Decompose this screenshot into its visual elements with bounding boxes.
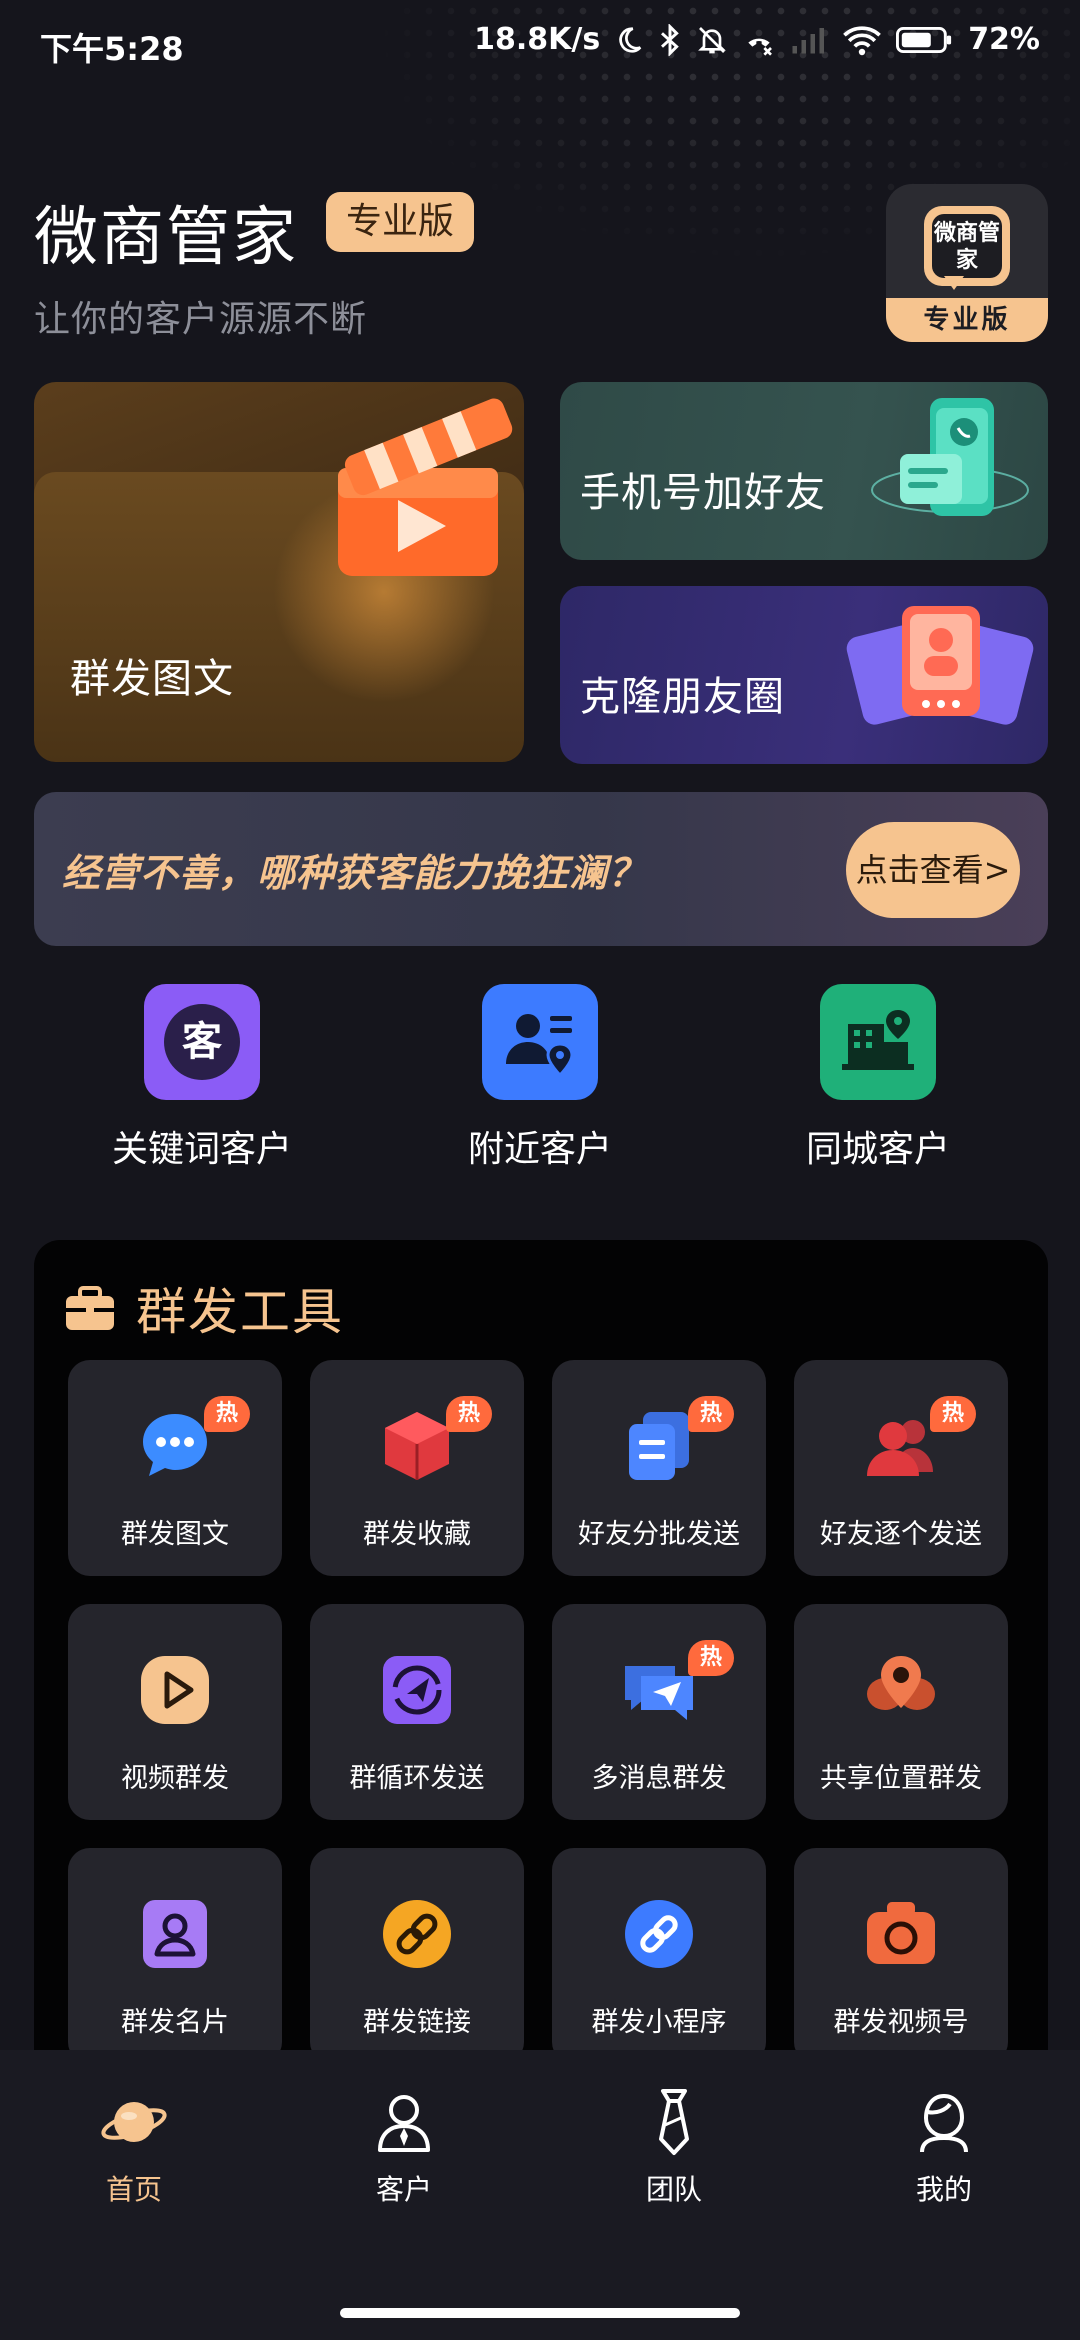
profile-icon: [854, 2084, 1034, 2160]
tool-label: 视频群发: [121, 1763, 229, 1794]
nearby-customer-entry[interactable]: 附近客户: [390, 984, 690, 1172]
profile-cards-icon: [846, 606, 1034, 725]
hot-badge: 热: [446, 1396, 492, 1432]
status-time: 下午5:28: [40, 30, 184, 68]
tool-label: 群发小程序: [591, 2007, 727, 2038]
battery-level: 72%: [968, 22, 1040, 57]
tie-icon: [584, 2084, 764, 2160]
logo-text: 微商管家: [932, 214, 1002, 278]
tool-shared-location-send[interactable]: 共享位置群发: [794, 1604, 1008, 1820]
tools-header: 群发工具: [64, 1272, 344, 1344]
tool-label: 群发图文: [121, 1519, 229, 1550]
banner-text: 经营不善，哪种获客能力挽狂澜？: [62, 851, 648, 895]
nearby-customer-icon: [482, 984, 598, 1100]
nav-customer[interactable]: 客户: [314, 2084, 494, 2208]
app-logo[interactable]: 微商管家 专业版: [886, 184, 1048, 342]
tool-mass-video-account[interactable]: 群发视频号: [794, 1848, 1008, 2064]
same-city-customer-icon: [820, 984, 936, 1100]
nav-profile[interactable]: 我的: [854, 2084, 1034, 2208]
phone-add-friend-label: 手机号加好友: [580, 470, 826, 516]
keyword-customer-label: 关键词客户: [111, 1129, 292, 1170]
mass-post-card[interactable]: 群发图文: [34, 382, 524, 762]
tool-label: 好友分批发送: [578, 1519, 740, 1550]
app-subtitle: 让你的客户源源不断: [34, 299, 368, 340]
location-share-icon: [859, 1648, 943, 1732]
camera-icon: [859, 1892, 943, 1976]
nav-customer-label: 客户: [375, 2173, 432, 2206]
bluetooth-icon: [661, 23, 679, 56]
app-title: 微商管家: [34, 201, 298, 275]
link-icon: [375, 1892, 459, 1976]
keyword-customer-entry[interactable]: 客 关键词客户: [52, 984, 352, 1172]
keyword-customer-icon: 客: [144, 984, 260, 1100]
briefcase-icon: [66, 1286, 114, 1330]
tool-label: 群发视频号: [833, 2007, 969, 2038]
phone-chat-icon: [871, 398, 1029, 516]
promo-banner[interactable]: 经营不善，哪种获客能力挽狂澜？ 点击查看>: [34, 792, 1048, 946]
nav-profile-label: 我的: [915, 2173, 972, 2206]
nav-team-label: 团队: [645, 2173, 702, 2206]
nav-team[interactable]: 团队: [584, 2084, 764, 2208]
battery-icon: [896, 26, 952, 53]
customer-icon: [314, 2084, 494, 2160]
tool-label: 好友逐个发送: [820, 1519, 982, 1550]
same-city-customer-entry[interactable]: 同城客户: [728, 984, 1028, 1172]
tools-title: 群发工具: [136, 1283, 344, 1341]
moon-icon: [619, 26, 642, 53]
status-bar: 下午5:28 18.8K/s 72%: [0, 0, 1080, 92]
tool-label: 群发名片: [121, 2007, 229, 2038]
clapperboard-icon: [338, 398, 513, 576]
tool-label: 共享位置群发: [820, 1763, 982, 1794]
tool-group-loop-send[interactable]: 群循环发送: [310, 1604, 524, 1820]
bottom-nav: 首页 客户 团队 我的: [0, 2050, 1080, 2340]
tool-video-mass-send[interactable]: 视频群发: [68, 1604, 282, 1820]
mass-send-tools-panel: 群发工具 热 群发图文 热 群发收藏 热 好友分批发送 热 好友逐个发送 视频群…: [34, 1240, 1048, 2100]
edition-badge: 专业版: [326, 192, 475, 252]
tool-label: 群发收藏: [363, 1519, 471, 1550]
planet-icon: [44, 2084, 224, 2160]
home-indicator[interactable]: [340, 2308, 740, 2318]
nav-home-label: 首页: [105, 2173, 162, 2206]
tool-mass-mini-program[interactable]: 群发小程序: [552, 1848, 766, 2064]
tool-label: 多消息群发: [591, 1763, 727, 1794]
hot-badge: 热: [688, 1640, 734, 1676]
hot-badge: 热: [930, 1396, 976, 1432]
hot-badge: 热: [688, 1396, 734, 1432]
tool-label: 群发链接: [363, 2007, 471, 2038]
tool-mass-link[interactable]: 群发链接: [310, 1848, 524, 2064]
banner-view-button[interactable]: 点击查看>: [846, 822, 1020, 918]
video-play-icon: [133, 1648, 217, 1732]
logo-bubble: 微商管家: [924, 206, 1010, 290]
tool-label: 群循环发送: [349, 1763, 485, 1794]
call-blocked-icon: [748, 38, 773, 56]
same-city-customer-label: 同城客户: [805, 1129, 950, 1170]
logo-band: 专业版: [886, 298, 1048, 342]
mute-bell-icon: [698, 26, 727, 53]
mass-post-label: 群发图文: [70, 656, 234, 702]
hot-badge: 热: [204, 1396, 250, 1432]
loop-send-icon: [375, 1648, 459, 1732]
tool-mass-favorite[interactable]: 热 群发收藏: [310, 1360, 524, 1576]
clone-moments-card[interactable]: 克隆朋友圈: [560, 586, 1048, 764]
tool-mass-post[interactable]: 热 群发图文: [68, 1360, 282, 1576]
tool-batch-send[interactable]: 热 好友分批发送: [552, 1360, 766, 1576]
contact-card-icon: [133, 1892, 217, 1976]
clone-moments-label: 克隆朋友圈: [580, 674, 785, 720]
net-speed: 18.8K/s: [474, 22, 601, 57]
tool-mass-card[interactable]: 群发名片: [68, 1848, 282, 2064]
nav-home[interactable]: 首页: [44, 2084, 224, 2208]
mini-program-icon: [617, 1892, 701, 1976]
nearby-customer-label: 附近客户: [467, 1129, 612, 1170]
wifi-icon: [843, 25, 882, 55]
phone-add-friend-card[interactable]: 手机号加好友: [560, 382, 1048, 560]
signal-icon: [792, 27, 825, 53]
tool-multi-message-send[interactable]: 热 多消息群发: [552, 1604, 766, 1820]
status-icons: 18.8K/s 72%: [474, 22, 1040, 57]
tool-one-by-one-send[interactable]: 热 好友逐个发送: [794, 1360, 1008, 1576]
